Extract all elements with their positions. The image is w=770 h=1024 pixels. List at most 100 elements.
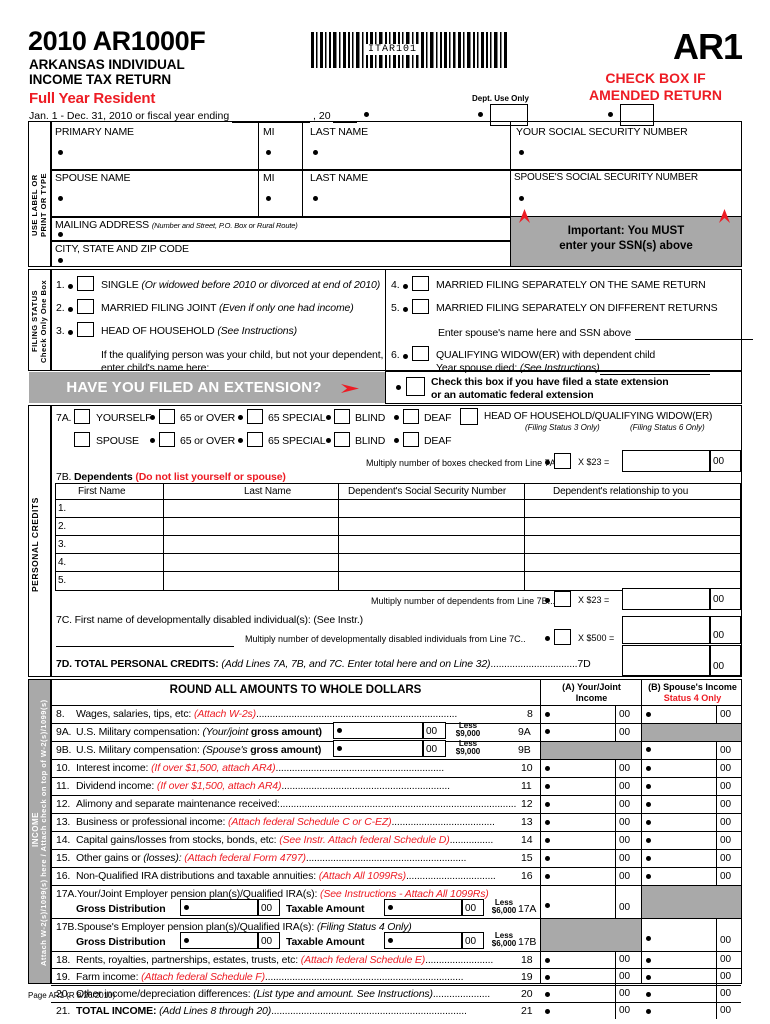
spouse-name-blank[interactable] — [635, 327, 754, 340]
line-17b-taxable-input[interactable] — [384, 932, 462, 949]
bullet-icon — [396, 385, 401, 390]
line-7a-count-box[interactable] — [554, 453, 571, 469]
line-7b-num: 7B. — [56, 471, 72, 483]
bullet-icon — [403, 284, 408, 289]
checkbox-spouse-65-special[interactable] — [247, 432, 263, 447]
bullet-icon — [58, 232, 63, 237]
filing-status-3-num: 3. — [56, 325, 65, 337]
line-7b-count-box[interactable] — [554, 591, 571, 607]
dep-header-first-name: First Name — [78, 486, 126, 497]
line-19-num: 19. — [56, 971, 71, 983]
line-8-a-cents: 00 — [619, 709, 631, 720]
bullet-icon — [337, 746, 342, 751]
checkbox-deaf[interactable] — [403, 409, 419, 424]
line-17b-taxable-label: Taxable Amount — [286, 936, 365, 948]
line-19-label: Farm income: (Attach federal Schedule F)… — [76, 971, 464, 983]
checkbox-hoh-qualifying-widow[interactable] — [460, 408, 478, 425]
bullet-icon — [545, 712, 550, 717]
checkbox-spouse-blind[interactable] — [334, 432, 350, 447]
checkbox-blind[interactable] — [334, 409, 350, 424]
line-17b-taxable-cents-text: 00 — [465, 936, 477, 947]
checkbox-spouse[interactable] — [74, 432, 90, 447]
bullet-icon — [238, 438, 243, 443]
line-13-text: Business or professional income: — [76, 816, 229, 828]
bullet-icon — [68, 330, 73, 335]
line-7d-ref: 7D — [577, 658, 591, 670]
bullet-icon — [337, 728, 342, 733]
line-18-a-cents: 00 — [619, 954, 631, 965]
income-col-a-header: (A) Your/Joint Income — [542, 682, 641, 704]
line-11-note: (If over $1,500, attach AR4) — [156, 780, 282, 792]
bullet-icon — [545, 874, 550, 879]
line-7c-count-box[interactable] — [554, 629, 571, 645]
qualifying-child-note-1: If the qualifying person was your child,… — [101, 349, 384, 361]
line-9a-gross-input[interactable] — [333, 722, 423, 739]
resident-label: Full Year Resident — [29, 90, 156, 107]
extension-check-line-2: or an automatic federal extension — [431, 389, 594, 401]
bullet-icon — [545, 598, 550, 603]
amended-line-1: CHECK BOX IF — [605, 70, 706, 86]
label-deaf: DEAF — [424, 412, 452, 424]
filing-status-4-checkbox[interactable] — [412, 276, 429, 291]
line-20-ref: 20 — [521, 988, 533, 1000]
line-9b-gross-cents-text: 00 — [426, 744, 438, 755]
col-a-line-1: (A) Your/Joint — [562, 682, 621, 692]
checkbox-spouse-deaf[interactable] — [403, 432, 419, 447]
line-17a-ref: 17A — [518, 903, 537, 915]
line-17b-num: 17B. — [56, 921, 77, 933]
line-8-b-cents: 00 — [720, 709, 732, 720]
important-line-2: enter your SSN(s) above — [559, 240, 693, 252]
line-9b-note: (Spouse's — [202, 744, 248, 756]
line-7a-amount-input[interactable] — [622, 450, 710, 472]
filing-status-2-label: MARRIED FILING JOINT (Even if only one h… — [101, 302, 354, 314]
line-7a-num: 7A. — [56, 412, 72, 424]
line-16-b-cents: 00 — [720, 871, 732, 882]
extension-banner-text: HAVE YOU FILED AN EXTENSION? — [66, 379, 322, 396]
bullet-icon — [68, 284, 73, 289]
checkbox-yourself[interactable] — [74, 409, 90, 424]
bullet-icon — [403, 307, 408, 312]
important-ssn-text: Important: You MUST enter your SSN(s) ab… — [511, 224, 741, 254]
bullet-icon — [646, 766, 651, 771]
line-17a-gross-input[interactable] — [180, 899, 258, 916]
line-21-ref: 21 — [521, 1005, 533, 1017]
checkbox-65-special[interactable] — [247, 409, 263, 424]
line-21-a-cents: 00 — [619, 1005, 631, 1016]
line-16-num: 16. — [56, 870, 71, 882]
line-9a-ref: 9A — [518, 726, 531, 738]
line-7d-amount-input[interactable] — [622, 645, 710, 676]
extension-checkbox[interactable] — [406, 377, 425, 396]
bullet-icon — [184, 905, 189, 910]
line-9b-gross-input[interactable] — [333, 740, 423, 757]
label-spouse-deaf: DEAF — [424, 435, 452, 447]
bullet-icon — [646, 712, 651, 717]
dep-row-num-5: 5. — [58, 575, 67, 586]
line-17b-gross-input[interactable] — [180, 932, 258, 949]
line-18-text: Rents, royalties, partnerships, estates,… — [76, 954, 301, 966]
line-7c-amount-input[interactable] — [622, 616, 710, 644]
filing-status-1-checkbox[interactable] — [77, 276, 94, 291]
checkbox-spouse-65-or-over[interactable] — [159, 432, 175, 447]
filing-status-2-checkbox[interactable] — [77, 299, 94, 314]
line-12-a-cents: 00 — [619, 799, 631, 810]
line-17b-b-cents: 00 — [720, 935, 732, 946]
checkbox-65-or-over[interactable] — [159, 409, 175, 424]
line-13-a-cents: 00 — [619, 817, 631, 828]
line-9b-b-cents: 00 — [720, 745, 732, 756]
bullet-icon — [266, 150, 271, 155]
line-9a-note: (Your/joint — [202, 726, 249, 738]
bullet-icon — [519, 196, 524, 201]
filing-status-6-checkbox[interactable] — [412, 346, 429, 361]
line-7b-amount-input[interactable] — [622, 588, 710, 610]
line-8-ref: 8 — [527, 708, 533, 720]
filing-status-5-checkbox[interactable] — [412, 299, 429, 314]
line-7b-label: Dependents (Do not list yourself or spou… — [74, 471, 286, 483]
dep-header-ssn: Dependent's Social Security Number — [348, 486, 507, 497]
line-18-ref: 18 — [521, 954, 533, 966]
filing-status-3-checkbox[interactable] — [77, 322, 94, 337]
dep-row-num-4: 4. — [58, 557, 67, 568]
line-17a-taxable-input[interactable] — [384, 899, 462, 916]
bullet-icon — [545, 636, 550, 641]
label-blind: BLIND — [355, 412, 386, 424]
line-11-num: 11. — [56, 780, 70, 792]
